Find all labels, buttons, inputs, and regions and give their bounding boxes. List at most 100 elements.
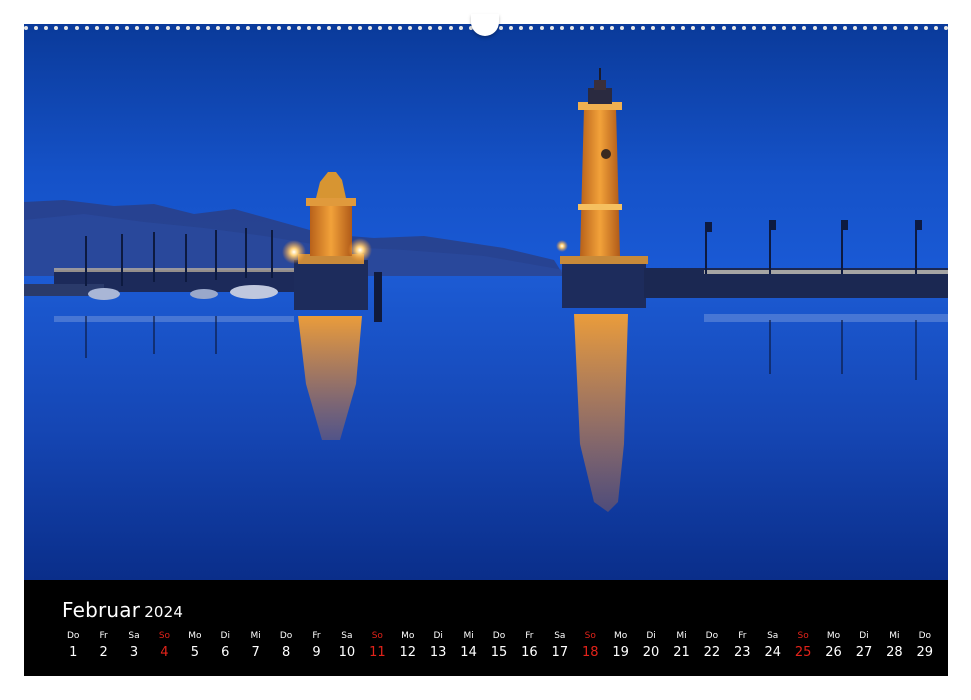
day-column: Mo 5 <box>180 630 210 662</box>
day-column: Mo 19 <box>605 630 635 662</box>
binding-dot <box>509 26 514 30</box>
weekday-label: Mi <box>463 631 474 641</box>
weekday-label: Sa <box>767 631 779 641</box>
binding-dot <box>913 26 918 30</box>
binding-dot <box>24 26 28 30</box>
day-column: Fr 2 <box>88 630 118 662</box>
binding-dot <box>741 26 746 30</box>
day-number: 7 <box>251 645 260 660</box>
day-column: Mo 26 <box>818 630 848 662</box>
binding-dot <box>44 26 49 30</box>
harbor-photo <box>24 24 948 580</box>
day-number: 28 <box>886 645 903 660</box>
binding-dot <box>438 26 443 30</box>
day-column: Mo 12 <box>393 630 423 662</box>
day-number: 25 <box>794 645 812 660</box>
binding-dot <box>246 26 251 30</box>
binding-dot <box>377 26 382 30</box>
binding-dot <box>408 26 413 30</box>
day-number: 29 <box>916 645 934 660</box>
weekday-label: So <box>371 631 383 641</box>
day-number: 19 <box>612 645 629 660</box>
day-column: So 25 <box>788 630 818 662</box>
binding-dot <box>883 26 888 30</box>
binding-dot <box>418 26 423 30</box>
weekday-label: Di <box>859 631 869 641</box>
weekday-label: Mi <box>889 631 900 641</box>
binding-dot <box>569 26 574 30</box>
binding-dot <box>428 26 433 30</box>
day-column: Mi 7 <box>240 630 270 662</box>
binding-dot <box>114 26 119 30</box>
weekday-label: Sa <box>554 631 566 641</box>
binding-dot <box>307 26 312 30</box>
day-number: 16 <box>521 645 538 660</box>
binding-dot <box>691 26 696 30</box>
binding-dot <box>792 26 797 30</box>
day-number: 15 <box>490 645 508 660</box>
day-number: 13 <box>429 645 447 660</box>
month-title: Februar 2024 <box>62 598 183 622</box>
binding-dot <box>893 26 898 30</box>
binding-dot <box>529 26 534 30</box>
day-number: 9 <box>312 645 321 660</box>
binding-dot <box>711 26 716 30</box>
weekday-label: Fr <box>312 631 321 641</box>
weekday-label: Fr <box>99 631 108 641</box>
binding-dot <box>782 26 787 30</box>
binding-dot <box>94 26 99 30</box>
day-column: Fr 16 <box>514 630 544 662</box>
binding-dot <box>660 26 665 30</box>
binding-dot <box>600 26 605 30</box>
binding-dot <box>620 26 625 30</box>
binding-dot <box>74 26 79 30</box>
weekday-label: Di <box>433 631 443 641</box>
day-column: So 11 <box>362 630 392 662</box>
day-number: 22 <box>703 645 721 660</box>
binding-dot <box>296 26 301 30</box>
binding-dot <box>751 26 756 30</box>
binding-dot <box>54 26 59 30</box>
day-number: 12 <box>399 645 417 660</box>
day-column: Do 15 <box>484 630 514 662</box>
binding-dot <box>701 26 706 30</box>
day-column: Fr 23 <box>727 630 757 662</box>
day-number: 21 <box>673 645 690 660</box>
binding-dot <box>216 26 221 30</box>
day-number: 27 <box>855 645 873 660</box>
day-number: 11 <box>369 645 386 660</box>
binding-dot <box>266 26 271 30</box>
day-column: Mi 14 <box>453 630 483 662</box>
day-column: Di 13 <box>423 630 453 662</box>
binding-dot <box>852 26 857 30</box>
month-name: Februar <box>62 598 141 622</box>
binding-dot <box>185 26 190 30</box>
day-column: So 4 <box>149 630 179 662</box>
day-number: 26 <box>825 645 842 660</box>
day-column: Fr 9 <box>301 630 331 662</box>
day-number: 6 <box>221 645 230 660</box>
day-column: Mi 28 <box>879 630 909 662</box>
binding-dot <box>337 26 342 30</box>
binding-dot <box>559 26 564 30</box>
binding-dot <box>772 26 777 30</box>
binding-dot <box>327 26 332 30</box>
binding-dot <box>205 26 210 30</box>
binding-dot <box>276 26 281 30</box>
weekday-label: Do <box>705 631 719 641</box>
binding-dot <box>873 26 878 30</box>
binding-dot <box>761 26 766 30</box>
binding-dot <box>681 26 686 30</box>
day-column: Do 8 <box>271 630 301 662</box>
day-number: 8 <box>281 645 291 660</box>
binding-dot <box>822 26 827 30</box>
day-number: 10 <box>338 645 356 660</box>
binding-dot <box>630 26 635 30</box>
year-label: 2024 <box>144 603 184 621</box>
binding-dot <box>448 26 453 30</box>
weekday-label: Sa <box>128 631 140 641</box>
binding-dot <box>802 26 807 30</box>
weekday-label: Mo <box>188 631 202 641</box>
binding-dot <box>125 26 130 30</box>
day-number: 14 <box>460 645 477 660</box>
